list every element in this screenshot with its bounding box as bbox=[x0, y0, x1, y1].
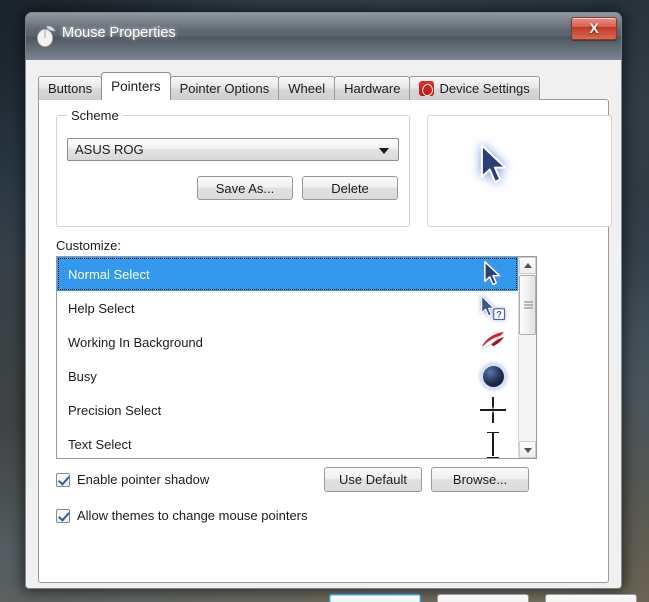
window-titlebar[interactable]: Mouse Properties X bbox=[26, 13, 621, 60]
save-as-button[interactable]: Save As... bbox=[197, 176, 293, 200]
tab-label: Pointer Options bbox=[179, 81, 270, 96]
chevron-down-icon bbox=[379, 148, 389, 154]
normal-select-arrow-cursor-icon bbox=[480, 144, 507, 184]
tab-label: Device Settings bbox=[439, 81, 530, 96]
allow-themes-label: Allow themes to change mouse pointers bbox=[77, 508, 308, 523]
tab-pointer-options[interactable]: Pointer Options bbox=[169, 76, 280, 100]
scheme-group: Scheme ASUS ROG Save As... Delete bbox=[56, 108, 410, 227]
tab-buttons[interactable]: Buttons bbox=[38, 76, 103, 100]
mouse-properties-window: Mouse Properties X Buttons Pointers Poin… bbox=[25, 12, 637, 602]
ok-button[interactable]: OK bbox=[329, 594, 421, 602]
list-item-label: Help Select bbox=[68, 300, 135, 316]
cursor-list-scrollbar[interactable] bbox=[518, 257, 536, 458]
enable-pointer-shadow-row[interactable]: Enable pointer shadow bbox=[56, 472, 209, 487]
rog-logo-cursor-icon bbox=[478, 327, 508, 357]
tab-wheel[interactable]: Wheel bbox=[278, 76, 336, 100]
save-as-label: Save As... bbox=[215, 180, 275, 196]
scrollbar-thumb[interactable] bbox=[519, 275, 536, 335]
delete-button[interactable]: Delete bbox=[302, 176, 398, 200]
customize-label: Customize: bbox=[56, 238, 122, 253]
pointers-tab-page: Scheme ASUS ROG Save As... Delete Custom… bbox=[38, 99, 612, 583]
i-beam-cursor-icon bbox=[478, 429, 508, 458]
tab-label: Wheel bbox=[288, 81, 326, 96]
scrollbar-grip-icon bbox=[524, 301, 533, 309]
tab-label: Hardware bbox=[344, 81, 401, 96]
scrollbar-down-button[interactable] bbox=[519, 441, 536, 458]
tab-device-settings[interactable]: Device Settings bbox=[409, 76, 540, 100]
use-default-label: Use Default bbox=[339, 472, 407, 487]
busy-orb-cursor-icon bbox=[478, 361, 508, 391]
scheme-selected-value: ASUS ROG bbox=[75, 142, 144, 157]
tab-label: Pointers bbox=[111, 79, 161, 94]
chevron-up-icon bbox=[523, 262, 532, 268]
list-item-working-in-background[interactable]: Working In Background bbox=[57, 325, 518, 359]
cursor-preview-pane bbox=[427, 115, 612, 227]
apply-button[interactable]: Apply bbox=[545, 594, 637, 602]
scheme-legend: Scheme bbox=[67, 108, 123, 123]
cursor-list-items: Normal Select Help Select ? Working In B… bbox=[57, 257, 518, 458]
list-item-busy[interactable]: Busy bbox=[57, 359, 518, 393]
browse-button[interactable]: Browse... bbox=[431, 467, 529, 492]
allow-themes-row[interactable]: Allow themes to change mouse pointers bbox=[56, 508, 308, 523]
svg-text:?: ? bbox=[496, 309, 501, 319]
tab-strip: Buttons Pointers Pointer Options Wheel H… bbox=[38, 72, 540, 100]
use-default-button[interactable]: Use Default bbox=[324, 467, 422, 492]
list-item-label: Working In Background bbox=[68, 334, 203, 350]
list-item-help-select[interactable]: Help Select ? bbox=[57, 291, 518, 325]
tab-hardware[interactable]: Hardware bbox=[334, 76, 411, 100]
tab-label: Buttons bbox=[48, 81, 93, 96]
close-icon: X bbox=[589, 20, 599, 36]
tab-pointers[interactable]: Pointers bbox=[101, 72, 171, 100]
crosshair-cursor-icon bbox=[478, 395, 508, 425]
cancel-button[interactable]: Cancel bbox=[437, 594, 529, 602]
list-item-precision-select[interactable]: Precision Select bbox=[57, 393, 518, 427]
list-item-label: Busy bbox=[68, 368, 97, 384]
enable-pointer-shadow-label: Enable pointer shadow bbox=[77, 472, 210, 487]
delete-label: Delete bbox=[331, 180, 369, 196]
scrollbar-up-button[interactable] bbox=[519, 257, 536, 274]
chevron-down-icon bbox=[523, 447, 532, 453]
list-item-text-select[interactable]: Text Select bbox=[57, 427, 518, 458]
list-item-label: Precision Select bbox=[68, 402, 162, 418]
scheme-dropdown[interactable]: ASUS ROG bbox=[67, 138, 399, 161]
mouse-icon bbox=[37, 25, 56, 47]
list-item-normal-select[interactable]: Normal Select bbox=[57, 257, 518, 291]
cursor-list[interactable]: Normal Select Help Select ? Working In B… bbox=[56, 256, 537, 459]
arrow-cursor-icon bbox=[478, 259, 508, 289]
browse-label: Browse... bbox=[452, 472, 508, 487]
arrow-question-cursor-icon: ? bbox=[478, 293, 508, 323]
desktop-background: Mouse Properties X Buttons Pointers Poin… bbox=[0, 0, 649, 602]
list-item-label: Normal Select bbox=[68, 266, 150, 282]
dialog-body: Buttons Pointers Pointer Options Wheel H… bbox=[26, 60, 637, 602]
close-button[interactable]: X bbox=[571, 17, 617, 40]
rog-logo-icon bbox=[419, 81, 435, 96]
allow-themes-checkbox[interactable] bbox=[56, 508, 70, 523]
window-title: Mouse Properties bbox=[62, 25, 176, 41]
list-item-label: Text Select bbox=[68, 436, 132, 452]
enable-pointer-shadow-checkbox[interactable] bbox=[56, 472, 70, 487]
